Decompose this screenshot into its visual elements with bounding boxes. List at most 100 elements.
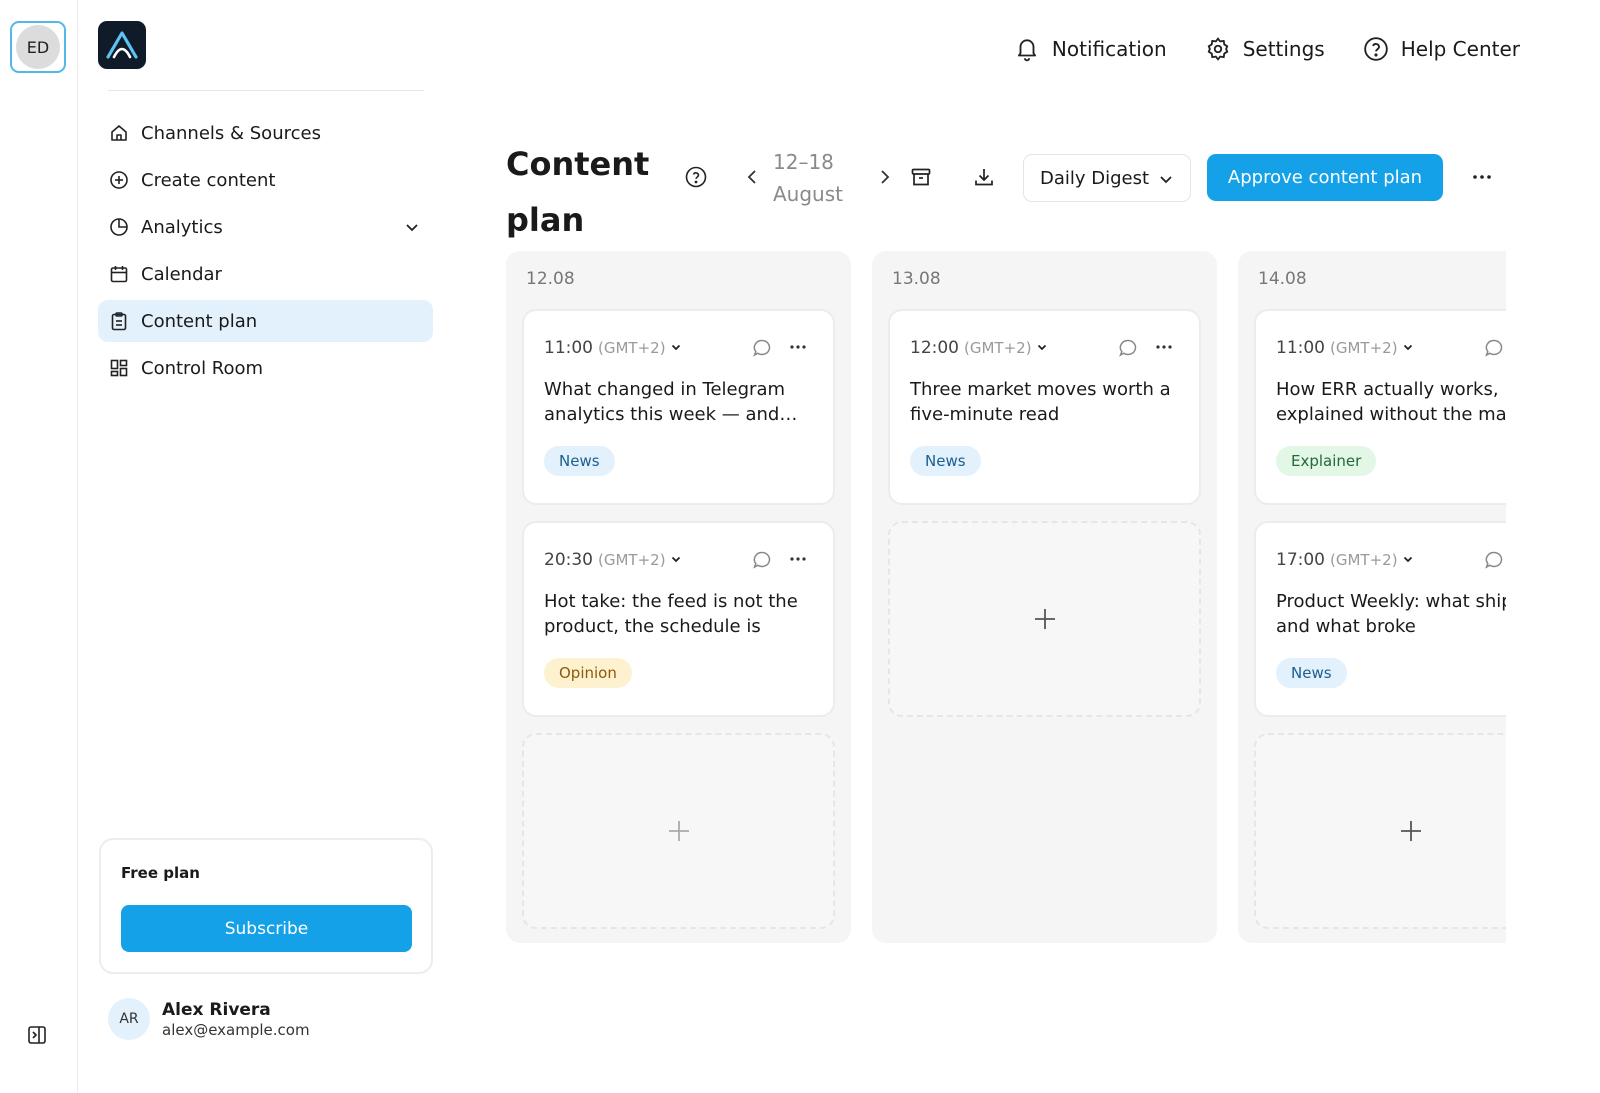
digest-select[interactable]: Daily Digest: [1023, 154, 1191, 202]
sidebar-item-label: Calendar: [141, 263, 222, 285]
day-column: 14.08 11:00 (GMT+2) How ERR actually wor…: [1238, 251, 1506, 943]
add-post-slot[interactable]: [888, 521, 1201, 717]
post-time: 20:30: [544, 550, 593, 570]
chevron-down-icon[interactable]: [403, 218, 421, 236]
comment-icon[interactable]: [1484, 338, 1504, 358]
user-profile[interactable]: AR Alex Rivera alex@example.com: [108, 998, 310, 1040]
comment-icon[interactable]: [1484, 550, 1504, 570]
post-time: 12:00: [910, 338, 959, 358]
post-time-selector[interactable]: 11:00 (GMT+2): [1276, 338, 1414, 358]
post-time-selector[interactable]: 12:00 (GMT+2): [910, 338, 1048, 358]
chevron-down-icon: [1403, 556, 1412, 563]
sidebar-item-analytics[interactable]: Analytics: [98, 206, 433, 248]
more-options-icon[interactable]: [1154, 341, 1174, 353]
sidebar-item-channels-sources[interactable]: Channels & Sources: [98, 112, 433, 154]
day-date: 12.08: [526, 269, 575, 289]
comment-icon[interactable]: [752, 550, 772, 570]
plan-title: Free plan: [121, 864, 200, 882]
sidebar: Channels & Sources Create content Analyt…: [78, 0, 448, 1093]
settings-label: Settings: [1242, 37, 1325, 61]
download-icon[interactable]: [973, 166, 995, 188]
day-date: 13.08: [892, 269, 941, 289]
help-icon[interactable]: [685, 166, 707, 188]
sidebar-item-calendar[interactable]: Calendar: [98, 253, 433, 295]
post-timezone: (GMT+2): [598, 551, 666, 569]
notification-button[interactable]: Notification: [1014, 36, 1167, 62]
clipboard-icon: [109, 311, 129, 331]
more-options-icon[interactable]: [788, 553, 808, 565]
collapse-sidebar-icon[interactable]: [27, 1025, 47, 1045]
approve-content-plan-button[interactable]: Approve content plan: [1207, 154, 1443, 201]
help-center-label: Help Center: [1400, 37, 1520, 61]
plus-icon: [1400, 821, 1421, 841]
category-tag: News: [910, 446, 981, 476]
sidebar-item-label: Content plan: [141, 310, 258, 332]
day-date: 14.08: [1258, 269, 1307, 289]
post-text: Three market moves worth a five-minute r…: [910, 379, 1171, 425]
app-logo[interactable]: [98, 21, 146, 69]
dashboard-icon: [109, 358, 129, 378]
sidebar-item-label: Channels & Sources: [141, 122, 321, 144]
post-time-selector[interactable]: 17:00 (GMT+2): [1276, 550, 1414, 570]
post-time-selector[interactable]: 20:30 (GMT+2): [544, 550, 682, 570]
home-icon: [109, 123, 129, 143]
subscribe-button[interactable]: Subscribe: [121, 905, 412, 952]
comment-icon[interactable]: [752, 338, 772, 358]
chevron-down-icon: [1403, 344, 1412, 351]
post-card[interactable]: 11:00 (GMT+2) How ERR actually works, ex…: [1254, 309, 1506, 505]
post-timezone: (GMT+2): [1330, 551, 1398, 569]
post-card[interactable]: 20:30 (GMT+2) Hot take: the feed is not …: [522, 521, 835, 717]
chevron-right-icon[interactable]: [876, 166, 894, 188]
bell-icon: [1017, 39, 1036, 62]
gear-icon: [1207, 37, 1229, 61]
post-timezone: (GMT+2): [598, 339, 666, 357]
sidebar-item-control-room[interactable]: Control Room: [98, 347, 433, 389]
sidebar-item-content-plan[interactable]: Content plan: [98, 300, 433, 342]
help-center-button[interactable]: Help Center: [1363, 36, 1520, 62]
post-time: 11:00: [544, 338, 593, 358]
workspace-switcher[interactable]: ED: [10, 21, 66, 73]
post-card[interactable]: 12:00 (GMT+2) Three market moves worth a…: [888, 309, 1201, 505]
sidebar-nav: Channels & Sources Create content Analyt…: [98, 112, 433, 394]
plus-icon: [1034, 609, 1055, 629]
post-card[interactable]: 17:00 (GMT+2) Product Weekly: what ship …: [1254, 521, 1506, 717]
post-text: What changed in Telegram analytics this …: [544, 379, 798, 425]
more-options-icon[interactable]: [1470, 168, 1494, 186]
chevron-down-icon: [1160, 176, 1172, 184]
category-tag: News: [544, 446, 615, 476]
post-timezone: (GMT+2): [964, 339, 1032, 357]
post-time-selector[interactable]: 11:00 (GMT+2): [544, 338, 682, 358]
chevron-left-icon[interactable]: [743, 166, 761, 188]
settings-button[interactable]: Settings: [1205, 36, 1325, 62]
more-options-icon[interactable]: [788, 341, 808, 353]
user-email: alex@example.com: [162, 1020, 310, 1039]
add-post-slot[interactable]: [1254, 733, 1506, 929]
sidebar-item-create-content[interactable]: Create content: [98, 159, 433, 201]
post-timezone: (GMT+2): [1330, 339, 1398, 357]
category-tag: Explainer: [1276, 446, 1377, 476]
workspace-initials: ED: [16, 25, 60, 69]
day-column: 12.08 11:00 (GMT+2) What changed in Tele…: [506, 251, 851, 943]
post-time: 11:00: [1276, 338, 1325, 358]
comment-icon[interactable]: [1118, 338, 1138, 358]
notification-label: Notification: [1051, 37, 1167, 61]
sidebar-item-label: Control Room: [141, 357, 264, 379]
chevron-down-icon: [1037, 344, 1046, 351]
chevron-down-icon: [671, 556, 680, 563]
archive-icon[interactable]: [910, 166, 932, 188]
add-post-slot[interactable]: [522, 733, 835, 929]
sidebar-item-label: Analytics: [141, 216, 223, 238]
sidebar-item-label: Create content: [141, 169, 276, 191]
category-tag: News: [1276, 658, 1347, 688]
category-tag: Opinion: [544, 658, 632, 688]
post-text: How ERR actually works, explained withou…: [1276, 379, 1506, 425]
plus-icon: [668, 821, 689, 841]
user-name: Alex Rivera: [162, 999, 271, 1020]
day-column: 13.08 12:00 (GMT+2) Three market moves w…: [872, 251, 1217, 943]
workspace-rail: ED: [0, 0, 78, 1093]
pie-chart-icon: [109, 217, 129, 237]
avatar: AR: [108, 998, 150, 1040]
page-title: Content plan: [506, 145, 650, 239]
digest-select-value: Daily Digest: [1040, 167, 1150, 189]
post-card[interactable]: 11:00 (GMT+2) What changed in Telegram a…: [522, 309, 835, 505]
